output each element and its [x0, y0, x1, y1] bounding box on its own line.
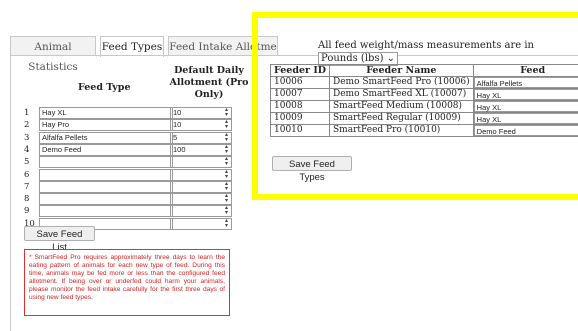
feed-select-value: Demo Feed: [476, 127, 516, 136]
feeder-name-cell: Demo SmartFeed XL (10007): [329, 88, 474, 101]
measurement-unit-row: All feed weight/mass measurements are in…: [318, 40, 578, 66]
row-number: 9: [24, 206, 30, 217]
feed-select-value: Hay XL: [476, 91, 502, 100]
spinner-icon[interactable]: ▴ ▾: [223, 119, 230, 130]
feed-name-input[interactable]: Hay XL: [39, 107, 173, 119]
spinner-icon[interactable]: ▴ ▾: [223, 107, 230, 118]
feed-name-input[interactable]: [39, 193, 173, 206]
row-number: 7: [24, 181, 30, 192]
row-number: 4: [24, 144, 30, 155]
feeder-id-cell: 10009: [270, 112, 330, 125]
allotment-input[interactable]: ▴ ▾: [170, 193, 232, 206]
allotment-value: 5: [173, 132, 178, 142]
feed-select-cell: Alfalfa Pellets⌄: [472, 76, 578, 89]
allotment-input[interactable]: ▴ ▾: [170, 168, 232, 181]
feeder-id-cell: 10010: [270, 124, 330, 137]
feed-select-value: Hay XL: [476, 115, 502, 124]
feed-select-cell: Hay XL⌄: [472, 88, 578, 101]
feeder-id-cell: 10008: [270, 100, 330, 113]
feeder-row: 10008SmartFeed Medium (10008)Hay XL⌄: [270, 100, 578, 113]
allotment-input[interactable]: ▴ ▾: [170, 217, 232, 230]
allotment-value: 10: [173, 120, 182, 130]
row-number: 8: [24, 194, 30, 205]
feed-header: Feed: [472, 64, 578, 77]
allotment-input[interactable]: 10 ▴ ▾: [170, 119, 232, 132]
feeder-name-cell: SmartFeed Regular (10009): [329, 112, 474, 125]
feed-name-input[interactable]: [39, 205, 173, 218]
row-number: 1: [24, 108, 30, 118]
feed-name-input[interactable]: Alfalfa Pellets: [39, 131, 173, 144]
feed-select[interactable]: Hay XL⌄: [473, 101, 578, 112]
measurement-label: All feed weight/mass measurements are in: [318, 40, 534, 51]
feed-select-cell: Demo Feed⌄: [472, 124, 578, 137]
feed-select[interactable]: Hay XL⌄: [473, 113, 578, 124]
feeder-id-header: Feeder ID: [270, 64, 330, 77]
row-number: 3: [24, 132, 30, 143]
feeder-name-cell: SmartFeed Medium (10008): [329, 100, 474, 113]
feed-type-header: Feed Type: [78, 82, 131, 93]
feed-select-value: Hay XL: [476, 103, 502, 112]
tab-feed-types[interactable]: Feed Types: [100, 36, 164, 57]
feeder-name-cell: Demo SmartFeed Pro (10006): [329, 76, 474, 89]
feeder-id-cell: 10006: [270, 76, 330, 89]
feed-select-value: Alfalfa Pellets: [476, 79, 523, 88]
allotment-value: 10: [173, 108, 182, 117]
spinner-icon[interactable]: ▴ ▾: [223, 144, 230, 155]
allotment-input[interactable]: 10 ▴ ▾: [170, 107, 232, 119]
feed-name-input[interactable]: [39, 168, 173, 181]
smartfeed-pro-note: * SmartFeed Pro requires approximately t…: [24, 249, 230, 316]
feeder-name-cell: SmartFeed Pro (10010): [329, 124, 474, 137]
feed-select[interactable]: Hay XL⌄: [473, 89, 578, 100]
row-number: 2: [24, 120, 30, 131]
feeder-row: 10007Demo SmartFeed XL (10007)Hay XL⌄: [270, 88, 578, 101]
spinner-icon[interactable]: ▴ ▾: [223, 205, 230, 216]
spinner-icon[interactable]: ▴ ▾: [223, 132, 230, 143]
save-feed-types-button[interactable]: Save Feed Types: [272, 156, 352, 183]
spinner-icon[interactable]: ▴ ▾: [223, 169, 230, 180]
spinner-icon[interactable]: ▴ ▾: [223, 218, 230, 229]
feed-select[interactable]: Alfalfa Pellets⌄: [473, 77, 578, 88]
save-feed-list-button[interactable]: Save Feed List: [24, 226, 95, 253]
feed-select-cell: Hay XL⌄: [472, 112, 578, 125]
chevron-down-icon: ⌄: [386, 53, 396, 64]
default-allotment-header: Default Daily Allotment (Pro Only): [169, 65, 249, 100]
feed-select[interactable]: Demo Feed⌄: [473, 125, 578, 136]
panel-left-border: [10, 55, 11, 331]
spinner-icon[interactable]: ▴ ▾: [223, 156, 230, 167]
feeder-id-cell: 10007: [270, 88, 330, 101]
feeder-row: 10009SmartFeed Regular (10009)Hay XL⌄: [270, 112, 578, 125]
feeder-row: 10010SmartFeed Pro (10010)Demo Feed⌄: [270, 124, 578, 137]
feed-name-input[interactable]: [39, 156, 173, 169]
row-number: 5: [24, 157, 30, 168]
tab-animal-statistics[interactable]: Animal Statistics: [10, 36, 96, 73]
feed-select-cell: Hay XL⌄: [472, 100, 578, 113]
feeder-name-header: Feeder Name: [329, 64, 474, 77]
allotment-input[interactable]: ▴ ▾: [170, 180, 232, 193]
spinner-icon[interactable]: ▴ ▾: [223, 181, 230, 192]
allotment-input[interactable]: ▴ ▾: [170, 156, 232, 169]
allotment-input[interactable]: 100 ▴ ▾: [170, 143, 232, 156]
spinner-icon[interactable]: ▴ ▾: [223, 193, 230, 204]
feeder-row: 10006 Demo SmartFeed Pro (10006) Alfalfa P…: [270, 76, 578, 89]
feed-name-input[interactable]: Hay Pro: [39, 119, 173, 132]
allotment-input[interactable]: 5 ▴ ▾: [170, 131, 232, 144]
row-number: 6: [24, 169, 30, 180]
feeder-table: Feeder ID Feeder Name Feed 10006 Demo Sma…: [270, 64, 578, 137]
allotment-input[interactable]: ▴ ▾: [170, 205, 232, 218]
unit-select-value: Pounds (lbs): [321, 53, 384, 64]
allotment-value: 100: [173, 144, 186, 154]
feed-name-input[interactable]: [39, 180, 173, 193]
feed-name-input[interactable]: Demo Feed: [39, 143, 173, 156]
